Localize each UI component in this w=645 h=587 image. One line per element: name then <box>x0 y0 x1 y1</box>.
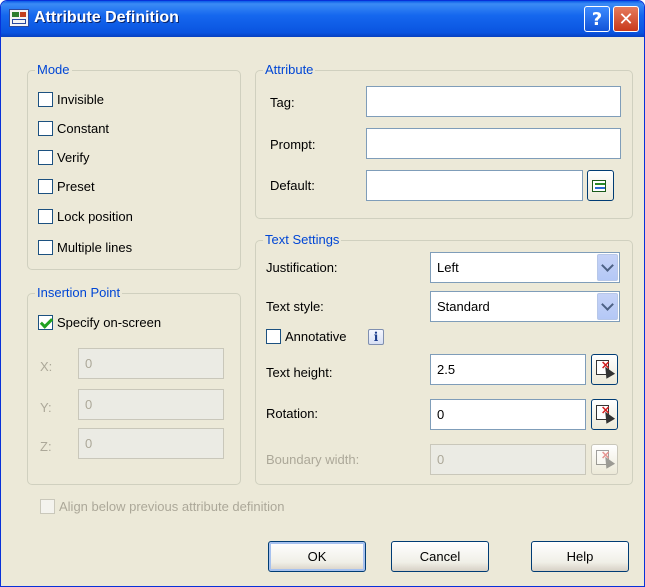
pick-point-icon: ✕ <box>596 360 616 379</box>
pick-rotation-button[interactable]: ✕ <box>591 399 618 430</box>
text-height-input[interactable]: 2.5 <box>430 354 586 385</box>
mode-legend: Mode <box>35 62 72 78</box>
rotation-label: Rotation: <box>266 406 319 421</box>
ok-button-label: OK <box>307 549 327 564</box>
title-bar[interactable]: Attribute Definition ? ✕ <box>1 1 644 37</box>
checkbox-box[interactable] <box>38 209 53 224</box>
close-button[interactable]: ✕ <box>613 6 639 32</box>
z-coordinate-field[interactable]: 0 <box>78 428 224 459</box>
info-icon[interactable]: i <box>368 329 384 345</box>
mode-lock-position-checkbox[interactable]: Lock position <box>38 209 133 224</box>
text-style-label: Text style: <box>266 299 324 314</box>
checkbox-box[interactable] <box>266 329 281 344</box>
pick-point-icon: ✕ <box>596 405 616 424</box>
checkbox-label: Specify on-screen <box>57 315 162 330</box>
checkbox-box[interactable] <box>38 92 53 107</box>
y-coordinate-field[interactable]: 0 <box>78 389 224 420</box>
window-title: Attribute Definition <box>34 9 179 26</box>
checkbox-label: Verify <box>57 150 90 165</box>
checkbox-label: Multiple lines <box>57 240 133 255</box>
text-height-label: Text height: <box>266 365 333 380</box>
mode-verify-checkbox[interactable]: Verify <box>38 150 90 165</box>
help-title-button[interactable]: ? <box>584 6 610 32</box>
cancel-button-label: Cancel <box>419 549 461 564</box>
checkbox-label: Invisible <box>57 92 104 107</box>
chevron-down-icon[interactable] <box>597 254 618 281</box>
ok-button[interactable]: OK <box>268 541 366 572</box>
mode-invisible-checkbox[interactable]: Invisible <box>38 92 104 107</box>
mode-multiple-lines-checkbox[interactable]: Multiple lines <box>38 240 132 255</box>
x-coordinate-field[interactable]: 0 <box>78 348 224 379</box>
justification-value: Left <box>437 260 459 275</box>
align-below-previous-checkbox[interactable]: Align below previous attribute definitio… <box>40 499 284 514</box>
help-button-label: Help <box>566 549 594 564</box>
text-style-select[interactable]: Standard <box>430 291 620 322</box>
prompt-label: Prompt: <box>270 137 316 152</box>
rotation-input[interactable]: 0 <box>430 399 586 430</box>
pick-point-icon: ✕ <box>596 450 616 469</box>
y-label: Y: <box>40 400 52 415</box>
checkbox-label: Align below previous attribute definitio… <box>59 499 285 514</box>
checkbox-box[interactable] <box>38 150 53 165</box>
checkbox-label: Constant <box>57 121 110 136</box>
default-input[interactable] <box>366 170 583 201</box>
pick-boundary-width-button[interactable]: ✕ <box>591 444 618 475</box>
checkbox-box[interactable] <box>38 179 53 194</box>
insert-field-icon <box>591 178 610 194</box>
checkbox-label: Lock position <box>57 209 133 224</box>
default-label: Default: <box>270 178 315 193</box>
close-icon: ✕ <box>618 8 634 30</box>
checkbox-label: Preset <box>57 179 95 194</box>
mode-constant-checkbox[interactable]: Constant <box>38 121 109 136</box>
mode-preset-checkbox[interactable]: Preset <box>38 179 95 194</box>
text-settings-legend: Text Settings <box>263 232 342 248</box>
x-label: X: <box>40 359 53 374</box>
annotative-checkbox[interactable]: Annotative <box>266 329 346 344</box>
insertion-point-legend: Insertion Point <box>35 285 123 301</box>
insert-field-button[interactable] <box>587 170 614 201</box>
attribute-legend: Attribute <box>263 62 316 78</box>
boundary-width-label: Boundary width: <box>266 452 360 467</box>
checkbox-box[interactable] <box>38 240 53 255</box>
checkbox-box[interactable] <box>40 499 55 514</box>
z-label: Z: <box>40 439 52 454</box>
boundary-width-input[interactable]: 0 <box>430 444 586 475</box>
justification-select[interactable]: Left <box>430 252 620 283</box>
justification-label: Justification: <box>266 260 338 275</box>
prompt-input[interactable] <box>366 128 621 159</box>
attribute-definition-app-icon <box>9 9 29 27</box>
tag-label: Tag: <box>270 95 295 110</box>
tag-input[interactable] <box>366 86 621 117</box>
checkbox-box[interactable] <box>38 121 53 136</box>
checkbox-label: Annotative <box>285 329 347 344</box>
checkbox-box-checked[interactable] <box>38 315 53 330</box>
specify-on-screen-checkbox[interactable]: Specify on-screen <box>38 315 161 330</box>
text-style-value: Standard <box>437 299 490 314</box>
help-button[interactable]: Help <box>531 541 629 572</box>
attribute-definition-dialog: Attribute Definition ? ✕ Mode Invisible … <box>0 0 645 587</box>
chevron-down-icon[interactable] <box>597 293 618 320</box>
question-mark-icon: ? <box>591 8 603 30</box>
pick-text-height-button[interactable]: ✕ <box>591 354 618 385</box>
cancel-button[interactable]: Cancel <box>391 541 489 572</box>
